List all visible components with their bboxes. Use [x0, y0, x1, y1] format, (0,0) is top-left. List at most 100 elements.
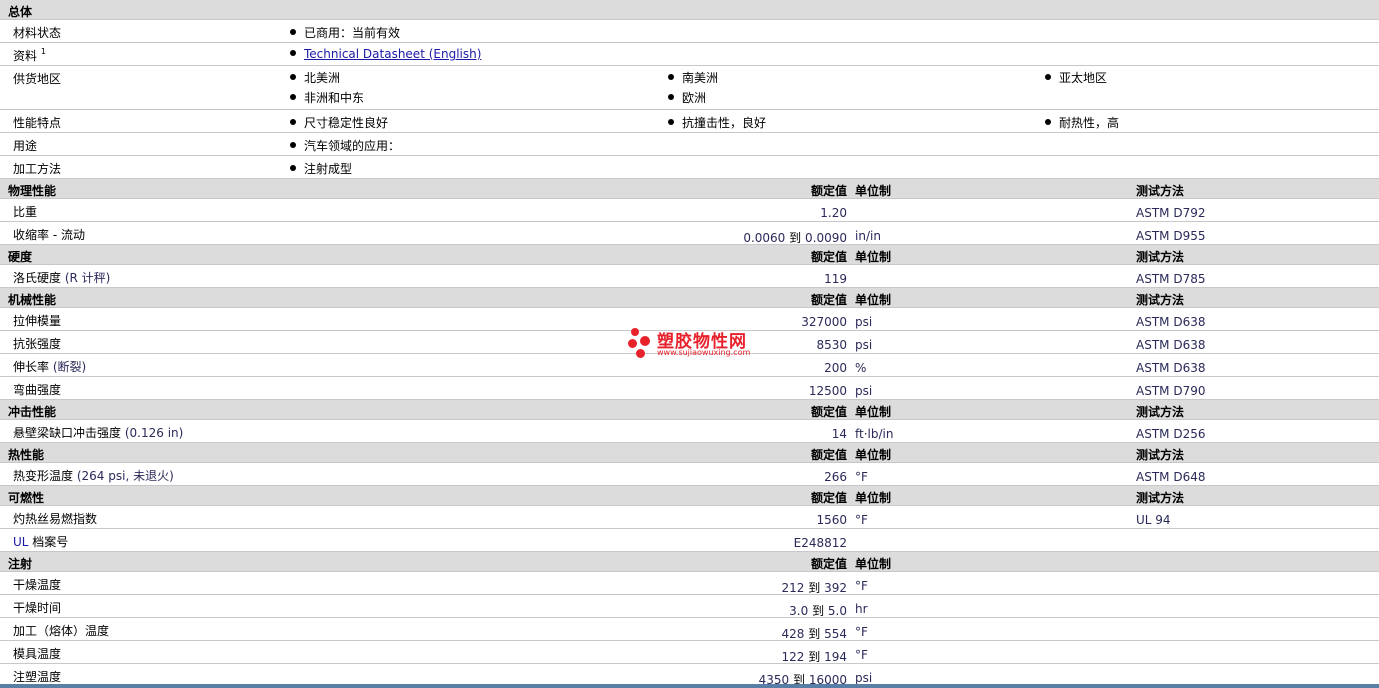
list-item: 抗撞击性，良好 [668, 114, 766, 131]
header-unit: 单位制 [855, 491, 892, 505]
nominal-value: 8530 [816, 338, 847, 352]
row-label: 资料 1 [13, 47, 46, 63]
section-title: 总体 [8, 5, 33, 19]
bullet-icon [1045, 74, 1051, 80]
unit-value: psi [855, 384, 873, 398]
bullet-icon [1045, 119, 1051, 125]
test-method: ASTM D638 [1136, 315, 1206, 329]
nominal-range: 428 到 554 [781, 627, 847, 641]
test-method: ASTM D790 [1136, 384, 1206, 398]
section-title: 注射 [8, 557, 33, 571]
bullet-icon [290, 50, 296, 56]
bullet-icon [668, 94, 674, 100]
table-row: 悬壁梁缺口冲击强度 (0.126 in) 14 ft·lb/in ASTM D2… [0, 420, 1379, 443]
unit-value: °F [855, 648, 868, 662]
property-label: 悬壁梁缺口冲击强度 (0.126 in) [13, 426, 184, 440]
property-label: 干燥温度 [13, 578, 62, 592]
watermark-url: www.sujiaowuxing.com [657, 348, 751, 357]
section-impact: 冲击性能 额定值 单位制 测试方法 [0, 400, 1379, 420]
nominal-value: 266 [824, 470, 847, 484]
table-row: UL 档案号 E248812 [0, 529, 1379, 552]
property-label: 热变形温度 (264 psi, 未退火) [13, 469, 174, 483]
bullet-icon [290, 94, 296, 100]
row-label: 性能特点 [13, 116, 62, 130]
bullet-icon [290, 142, 296, 148]
header-test: 测试方法 [1136, 448, 1185, 462]
section-title: 冲击性能 [8, 405, 57, 419]
property-label: 注塑温度 [13, 670, 62, 684]
section-title: 硬度 [8, 250, 33, 264]
row-documents: 资料 1 Technical Datasheet (English) [0, 43, 1379, 66]
table-row: 灼热丝易燃指数 1560 °F UL 94 [0, 506, 1379, 529]
property-label: 模具温度 [13, 647, 62, 661]
unit-value: hr [855, 602, 868, 616]
header-nominal: 额定值 [810, 448, 847, 462]
property-label: 干燥时间 [13, 601, 62, 615]
table-row: 干燥温度 212 到 392 °F [0, 572, 1379, 595]
property-label: UL 档案号 [13, 535, 69, 549]
logo-dot-icon [640, 336, 650, 346]
nominal-range: 122 到 194 [781, 650, 847, 664]
list-item: 南美洲 [668, 69, 718, 86]
nominal-value: E248812 [793, 536, 847, 550]
bullet-icon [668, 74, 674, 80]
bullet-icon [290, 119, 296, 125]
property-label: 拉伸模量 [13, 314, 62, 328]
section-thermal: 热性能 额定值 单位制 测试方法 [0, 443, 1379, 463]
list-item: 尺寸稳定性良好 [290, 114, 388, 131]
nominal-value: 14 [831, 427, 847, 441]
table-row: 比重 1.20 ASTM D792 [0, 199, 1379, 222]
nominal-value: 119 [824, 272, 847, 286]
section-physical: 物理性能 额定值 单位制 测试方法 [0, 179, 1379, 199]
row-availability: 供货地区 北美洲 南美洲 亚太地区 非洲和中东 欧洲 [0, 66, 1379, 110]
unit-value: psi [855, 338, 873, 352]
table-row: 弯曲强度 12500 psi ASTM D790 [0, 377, 1379, 400]
unit-value: °F [855, 513, 868, 527]
unit-value: in/in [855, 229, 881, 243]
section-title: 物理性能 [8, 184, 57, 198]
unit-value: ft·lb/in [855, 427, 894, 441]
section-hardness: 硬度 额定值 单位制 测试方法 [0, 245, 1379, 265]
logo-dot-icon [636, 349, 645, 358]
logo-dot-icon [628, 339, 637, 348]
section-title: 可燃性 [8, 491, 45, 505]
test-method: ASTM D648 [1136, 470, 1206, 484]
bottom-bar [0, 684, 1379, 688]
unit-value: °F [855, 625, 868, 639]
watermark-logo: 塑胶物性网 www.sujiaowuxing.com [628, 327, 758, 361]
test-method: ASTM D638 [1136, 338, 1206, 352]
property-label: 抗张强度 [13, 337, 62, 351]
list-item: 注射成型 [290, 160, 352, 177]
header-test: 测试方法 [1136, 250, 1185, 264]
datasheet-link[interactable]: Technical Datasheet (English) [304, 47, 481, 61]
row-label: 供货地区 [13, 72, 62, 86]
property-label: 加工（熔体）温度 [13, 624, 110, 638]
unit-value: °F [855, 579, 868, 593]
header-test: 测试方法 [1136, 293, 1185, 307]
nominal-range: 0.0060 到 0.0090 [743, 231, 847, 245]
list-item: 已商用：当前有效 [290, 24, 400, 41]
row-material-status: 材料状态 已商用：当前有效 [0, 20, 1379, 43]
table-row: 收缩率 - 流动 0.0060 到 0.0090 in/in ASTM D955 [0, 222, 1379, 245]
test-method: ASTM D785 [1136, 272, 1206, 286]
table-row: 加工（熔体）温度 428 到 554 °F [0, 618, 1379, 641]
list-item: 汽车领域的应用： [290, 137, 400, 154]
table-row: 模具温度 122 到 194 °F [0, 641, 1379, 664]
nominal-value: 327000 [801, 315, 847, 329]
section-injection: 注射 额定值 单位制 [0, 552, 1379, 572]
test-method: ASTM D792 [1136, 206, 1206, 220]
header-test: 测试方法 [1136, 405, 1185, 419]
table-row: 干燥时间 3.0 到 5.0 hr [0, 595, 1379, 618]
header-unit: 单位制 [855, 293, 892, 307]
test-method: ASTM D256 [1136, 427, 1206, 441]
bullet-icon [290, 165, 296, 171]
test-method: UL 94 [1136, 513, 1171, 527]
header-unit: 单位制 [855, 405, 892, 419]
row-label: 材料状态 [13, 26, 62, 40]
section-title: 机械性能 [8, 293, 57, 307]
nominal-value: 1560 [816, 513, 847, 527]
bullet-icon [290, 74, 296, 80]
property-label: 伸长率 (断裂) [13, 360, 87, 374]
nominal-value: 12500 [808, 384, 847, 398]
property-label: 灼热丝易燃指数 [13, 512, 98, 526]
